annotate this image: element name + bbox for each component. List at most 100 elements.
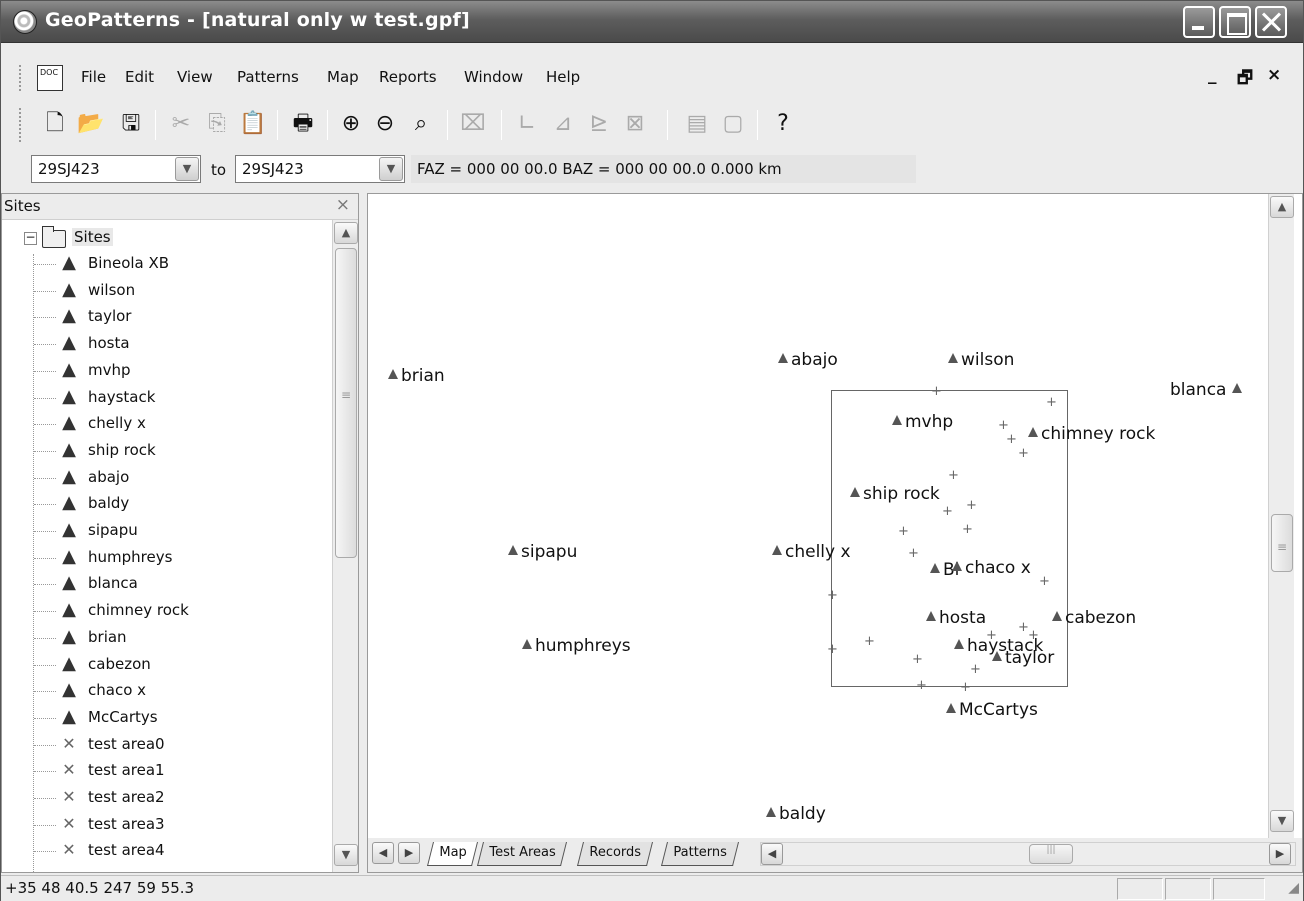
scroll-left-button[interactable]: ◀ bbox=[761, 843, 783, 865]
tree-item[interactable]: ▲ Bineola XB bbox=[34, 252, 324, 278]
tree-item[interactable]: ✕ test area2 bbox=[34, 786, 324, 812]
map-site-brian[interactable]: brian bbox=[388, 366, 445, 386]
paste-icon[interactable]: 📋 bbox=[239, 109, 267, 139]
tree-item[interactable]: ▲ brian bbox=[34, 626, 324, 652]
clear-icon[interactable]: ⌧ bbox=[459, 109, 487, 139]
record-cross-icon[interactable]: + bbox=[962, 523, 973, 536]
menu-map[interactable]: Map bbox=[327, 68, 359, 86]
map-site-abajo[interactable]: abajo bbox=[778, 350, 838, 370]
save-icon[interactable]: 🖫 bbox=[117, 109, 145, 139]
tree-item[interactable]: ▲ mvhp bbox=[34, 359, 324, 385]
mdi-minimize-button[interactable]: _ bbox=[1208, 65, 1217, 85]
map-site-chimney-rock[interactable]: chimney rock bbox=[1028, 424, 1155, 444]
chevron-down-icon[interactable]: ▼ bbox=[175, 157, 199, 181]
mdi-restore-button[interactable]: 🗗 bbox=[1237, 65, 1253, 94]
tree-item[interactable]: ✕ test area4 bbox=[34, 839, 324, 865]
resize-grip-icon[interactable]: ◢ bbox=[1288, 880, 1299, 896]
document-icon[interactable]: DOC bbox=[37, 65, 63, 91]
menu-window[interactable]: Window bbox=[464, 68, 523, 86]
record-cross-icon[interactable]: + bbox=[827, 643, 838, 656]
tree-item[interactable]: ▲ blanca bbox=[34, 572, 324, 598]
tree-item[interactable]: ▲ cabezon bbox=[34, 653, 324, 679]
zoom-out-icon[interactable]: ⊖ bbox=[371, 109, 399, 139]
menu-patterns[interactable]: Patterns bbox=[237, 68, 299, 86]
record-cross-icon[interactable]: + bbox=[931, 385, 942, 398]
record-cross-icon[interactable]: + bbox=[1039, 575, 1050, 588]
tab-patterns[interactable]: Patterns bbox=[661, 842, 739, 866]
menu-file[interactable]: File bbox=[81, 68, 106, 86]
map-canvas[interactable]: brian abajo wilson blanca mvhp chimney r… bbox=[368, 194, 1268, 838]
record-cross-icon[interactable]: + bbox=[912, 653, 923, 666]
scroll-up-button[interactable]: ▲ bbox=[334, 222, 358, 244]
tree-item[interactable]: ▲ chaco x bbox=[34, 679, 324, 705]
map-site-ship-rock[interactable]: ship rock bbox=[850, 484, 940, 504]
tree-item[interactable]: ▲ humphreys bbox=[34, 546, 324, 572]
record-cross-icon[interactable]: + bbox=[942, 505, 953, 518]
tool4-icon[interactable]: ⊠ bbox=[621, 109, 649, 139]
record-cross-icon[interactable]: + bbox=[998, 419, 1009, 432]
tool1-icon[interactable]: ∟ bbox=[513, 109, 541, 139]
zoom-in-icon[interactable]: ⊕ bbox=[337, 109, 365, 139]
mdi-close-button[interactable]: × bbox=[1267, 65, 1281, 85]
tree-item[interactable]: ✕ test area1 bbox=[34, 759, 324, 785]
zoom-fit-icon[interactable]: ⌕ bbox=[407, 109, 435, 139]
report1-icon[interactable]: ▤ bbox=[683, 109, 711, 139]
tree-item[interactable]: ▲ chelly x bbox=[34, 412, 324, 438]
map-site-cabezon[interactable]: cabezon bbox=[1052, 608, 1136, 628]
tree-item[interactable]: ▲ chimney rock bbox=[34, 599, 324, 625]
menu-reports[interactable]: Reports bbox=[379, 68, 437, 86]
from-site-select[interactable]: 29SJ423 ▼ bbox=[31, 155, 201, 183]
scroll-up-button[interactable]: ▲ bbox=[1270, 196, 1294, 218]
menu-edit[interactable]: Edit bbox=[125, 68, 154, 86]
tree-item[interactable]: ▲ hosta bbox=[34, 332, 324, 358]
open-icon[interactable]: 📂 bbox=[77, 109, 105, 139]
scroll-thumb[interactable] bbox=[1271, 514, 1293, 572]
record-cross-icon[interactable]: + bbox=[970, 663, 981, 676]
tool3-icon[interactable]: ⊵ bbox=[585, 109, 613, 139]
map-site-wilson[interactable]: wilson bbox=[948, 350, 1014, 370]
record-cross-icon[interactable]: + bbox=[864, 635, 875, 648]
tab-scroll-right-button[interactable]: ▶ bbox=[398, 842, 420, 864]
record-cross-icon[interactable]: + bbox=[908, 547, 919, 560]
tree-item[interactable]: ▲ haystack bbox=[34, 386, 324, 412]
menu-view[interactable]: View bbox=[177, 68, 213, 86]
tree-item[interactable]: ▲ wilson bbox=[34, 279, 324, 305]
map-site-blanca[interactable]: blanca bbox=[1170, 380, 1245, 400]
collapse-icon[interactable]: − bbox=[24, 231, 37, 245]
record-cross-icon[interactable]: + bbox=[1018, 447, 1029, 460]
tree-item[interactable]: ▲ McCartys bbox=[34, 706, 324, 732]
close-button[interactable] bbox=[1255, 6, 1287, 38]
menu-help[interactable]: Help bbox=[546, 68, 580, 86]
map-site-chaco-x[interactable]: chaco x bbox=[952, 558, 1031, 578]
maximize-button[interactable] bbox=[1219, 6, 1251, 38]
record-cross-icon[interactable]: + bbox=[1046, 396, 1057, 409]
map-site-humphreys[interactable]: humphreys bbox=[522, 636, 631, 656]
print-icon[interactable]: 🖶 bbox=[289, 109, 317, 139]
map-view[interactable]: brian abajo wilson blanca mvhp chimney r… bbox=[367, 193, 1303, 873]
record-cross-icon[interactable]: + bbox=[827, 589, 838, 602]
tree-item[interactable]: ▲ sipapu bbox=[34, 519, 324, 545]
map-site-sipapu[interactable]: sipapu bbox=[508, 542, 577, 562]
scroll-thumb[interactable]: ||| bbox=[1029, 844, 1073, 864]
record-cross-icon[interactable]: + bbox=[916, 679, 927, 692]
record-cross-icon[interactable]: + bbox=[966, 499, 977, 512]
app-icon[interactable] bbox=[13, 10, 37, 34]
map-horizontal-scrollbar[interactable]: ◀ ||| ▶ bbox=[760, 842, 1296, 866]
chevron-down-icon[interactable]: ▼ bbox=[379, 157, 403, 181]
record-cross-icon[interactable]: + bbox=[960, 681, 971, 694]
scroll-down-button[interactable]: ▼ bbox=[334, 844, 358, 866]
tool2-icon[interactable]: ⊿ bbox=[549, 109, 577, 139]
map-vertical-scrollbar[interactable]: ▲ ▼ bbox=[1268, 194, 1294, 838]
help-icon[interactable]: ? bbox=[769, 109, 797, 139]
tab-records[interactable]: Records bbox=[577, 842, 653, 866]
scroll-down-button[interactable]: ▼ bbox=[1270, 810, 1294, 832]
tab-test-areas[interactable]: Test Areas bbox=[477, 842, 568, 866]
map-site-chelly-x[interactable]: chelly x bbox=[772, 542, 851, 562]
tree-item[interactable]: ▲ taylor bbox=[34, 305, 324, 331]
map-site-baldy[interactable]: baldy bbox=[766, 804, 826, 824]
minimize-button[interactable] bbox=[1183, 6, 1215, 38]
record-cross-icon[interactable]: + bbox=[948, 469, 959, 482]
record-cross-icon[interactable]: + bbox=[1028, 629, 1039, 642]
cut-icon[interactable]: ✂ bbox=[167, 109, 195, 139]
map-site-hosta[interactable]: hosta bbox=[926, 608, 986, 628]
